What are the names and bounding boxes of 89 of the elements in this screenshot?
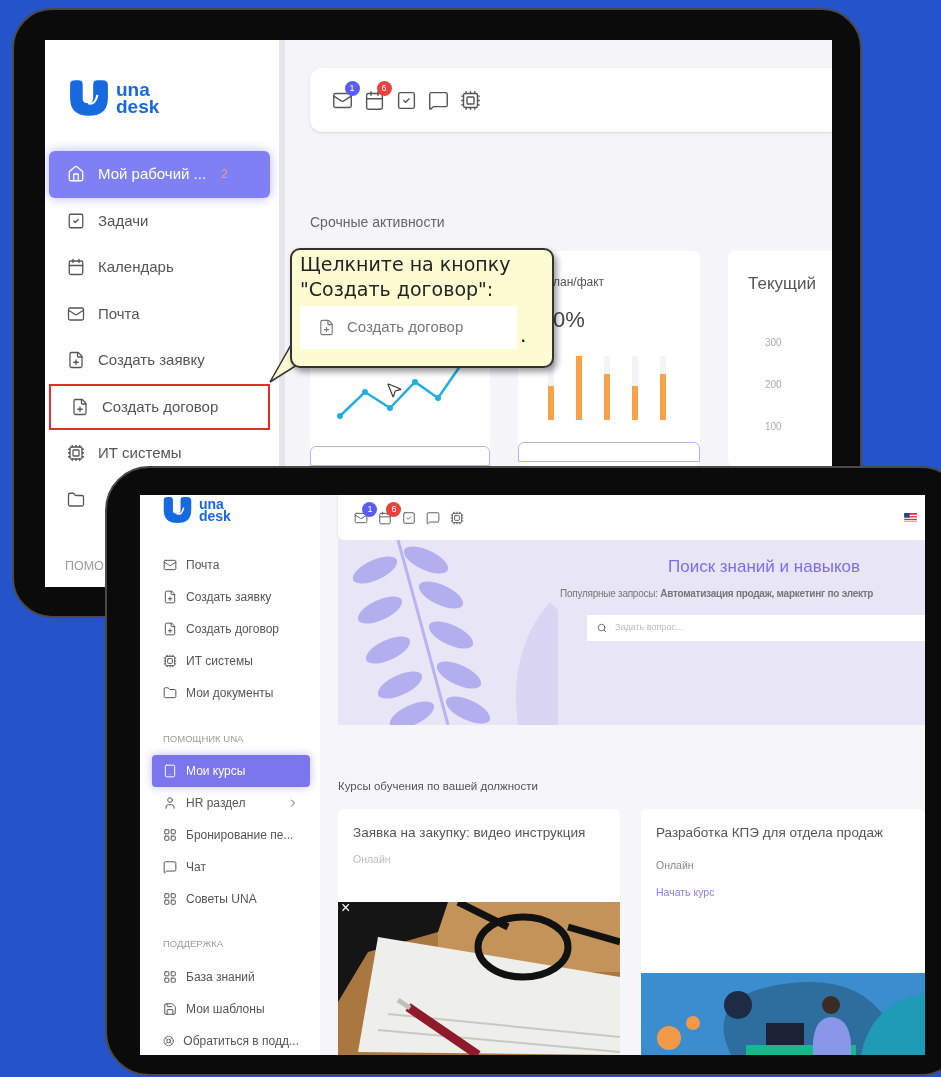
file-plus-icon bbox=[67, 351, 85, 370]
course-format: Онлайн bbox=[353, 851, 392, 867]
file-plus-icon bbox=[71, 397, 89, 416]
card-value: 0% bbox=[553, 306, 586, 334]
chat-icon[interactable] bbox=[428, 89, 449, 111]
save-icon bbox=[163, 1002, 177, 1016]
axis-label: 200 bbox=[765, 377, 783, 392]
axis-label: 300 bbox=[765, 335, 783, 350]
logo-icon bbox=[68, 80, 110, 116]
axis-label: 100 bbox=[765, 419, 783, 434]
notification-count: 2 bbox=[221, 166, 228, 184]
grid-icon bbox=[163, 892, 177, 906]
search-input[interactable]: Задать вопрос... bbox=[615, 620, 815, 635]
grid-icon bbox=[163, 970, 177, 984]
user-icon bbox=[163, 796, 177, 810]
file-plus-icon bbox=[163, 622, 177, 636]
book-icon bbox=[163, 764, 177, 778]
search-field[interactable]: Задать вопрос... bbox=[587, 614, 925, 641]
logo-text: desk bbox=[116, 98, 160, 115]
sidebar-item[interactable]: Советы UNA bbox=[152, 883, 310, 915]
logo-text: desk bbox=[199, 510, 231, 522]
notification-badge: 1 bbox=[362, 501, 378, 517]
course-title: Заявка на закупку: видео инструкция bbox=[353, 824, 587, 843]
logo-text: una bbox=[199, 498, 225, 510]
sidebar-item[interactable]: ИТ системы bbox=[49, 439, 270, 468]
file-plus-icon bbox=[318, 319, 335, 336]
chip-icon[interactable] bbox=[460, 89, 481, 111]
cursor-icon bbox=[385, 381, 403, 399]
start-course-link[interactable]: Начать курс bbox=[656, 885, 925, 901]
checkbox-icon[interactable] bbox=[396, 89, 417, 111]
checkbox-icon[interactable] bbox=[402, 510, 416, 525]
sidebar-item[interactable]: Календарь bbox=[49, 253, 270, 282]
section-label: ПОМОЩНИК UNA bbox=[162, 732, 245, 746]
chip-icon bbox=[67, 444, 85, 463]
chat-icon bbox=[163, 860, 177, 874]
sidebar-item[interactable]: Мои шаблоны bbox=[152, 993, 310, 1025]
checkbox-icon bbox=[67, 211, 85, 230]
grid-icon bbox=[163, 828, 177, 842]
chip-icon bbox=[163, 654, 177, 668]
chip-icon[interactable] bbox=[450, 510, 464, 525]
sidebar-item[interactable]: HR раздел bbox=[152, 787, 310, 819]
section-title: Курсы обучения по вашей должности bbox=[338, 779, 539, 794]
card-title: Текущий bbox=[748, 273, 817, 295]
sidebar-item[interactable]: Бронирование пе... bbox=[152, 819, 310, 851]
tooltip-text: Щелкните на кнопку "Создать договор": bbox=[300, 252, 512, 302]
file-plus-icon bbox=[163, 590, 177, 604]
sidebar-item[interactable]: Мои курсы bbox=[152, 755, 310, 787]
create-contract-button[interactable]: Создать договор bbox=[300, 306, 517, 349]
mail-icon[interactable] bbox=[354, 510, 368, 525]
lifebuoy-icon bbox=[163, 1034, 175, 1048]
banner-title: Поиск знаний и навыков bbox=[668, 556, 861, 578]
course-card[interactable]: Заявка на закупку: видео инструкция Онлайн × bbox=[338, 809, 620, 1055]
chat-icon[interactable] bbox=[426, 510, 440, 525]
close-button[interactable]: × bbox=[341, 900, 351, 916]
sidebar-item[interactable]: Создать заявку bbox=[152, 581, 310, 613]
logo-text: una bbox=[116, 81, 151, 98]
sidebar-item[interactable]: Задачи bbox=[49, 206, 270, 235]
section-label: ПОМО bbox=[65, 558, 104, 575]
sidebar-item[interactable]: Почта bbox=[49, 299, 270, 328]
notification-badge: 1 bbox=[344, 80, 360, 96]
sidebar-item[interactable]: Обратиться в подд... bbox=[152, 1025, 310, 1055]
sidebar-item[interactable]: База знаний bbox=[152, 961, 310, 993]
calendar-icon bbox=[67, 258, 85, 277]
notification-badge: 6 bbox=[376, 80, 392, 96]
mail-icon bbox=[67, 304, 85, 323]
section-label: ПОДДЕРЖКА bbox=[162, 937, 225, 951]
notification-badge: 6 bbox=[386, 501, 402, 517]
section-title: Срочные активности bbox=[310, 213, 446, 232]
card-title: лан/факт bbox=[553, 274, 606, 291]
sidebar-item[interactable]: Создать договор bbox=[152, 613, 310, 645]
sidebar-item[interactable]: ИТ системы bbox=[152, 645, 310, 677]
sidebar-item[interactable]: Создать договор bbox=[49, 383, 270, 430]
calendar-icon[interactable] bbox=[364, 89, 385, 111]
calendar-icon[interactable] bbox=[378, 510, 392, 525]
folder-icon bbox=[163, 686, 177, 700]
course-format: Онлайн bbox=[656, 857, 695, 873]
mail-icon bbox=[163, 558, 177, 572]
tooltip-text: . bbox=[521, 327, 526, 347]
sidebar-item[interactable]: Мои документы bbox=[152, 677, 310, 709]
course-title: Разработка КПЭ для отдела продаж bbox=[656, 824, 884, 843]
flag-icon bbox=[904, 513, 917, 522]
sidebar-item[interactable]: Чат bbox=[152, 851, 310, 883]
folder-icon bbox=[67, 490, 85, 509]
home-icon bbox=[67, 165, 85, 184]
course-card[interactable]: Разработка КПЭ для отдела продаж Онлайн Начать курс bbox=[641, 809, 925, 1055]
sidebar-item[interactable]: Создать заявку bbox=[49, 346, 270, 375]
popular-queries-text: Популярные запросы: Автоматизация продаж, маркетинг по электр bbox=[560, 586, 875, 601]
sidebar-item[interactable]: Почта bbox=[152, 549, 310, 581]
search-icon bbox=[597, 622, 607, 633]
